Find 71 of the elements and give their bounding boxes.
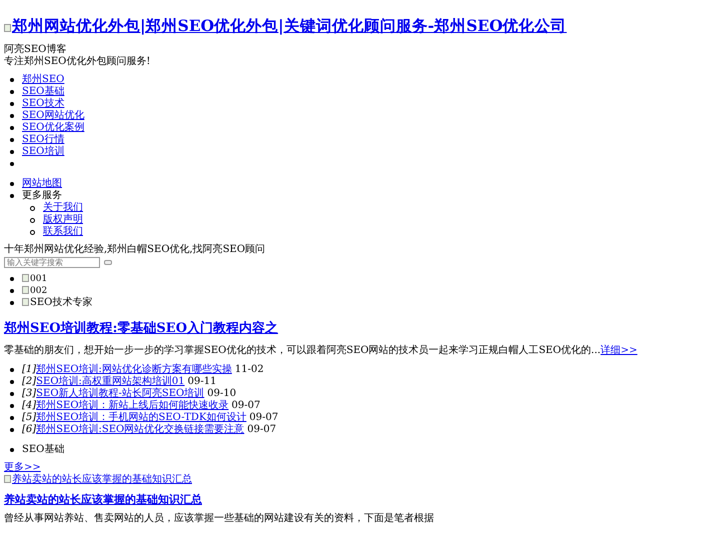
more-link[interactable]: 更多>>: [4, 462, 41, 473]
bullet-icon: [10, 114, 14, 118]
nav-link[interactable]: SEO技术: [22, 98, 64, 110]
bullet-icon: [10, 150, 14, 154]
article-index: [6]: [22, 424, 36, 436]
article-date: 09-07: [232, 400, 260, 412]
submenu-link[interactable]: 版权声明: [43, 214, 83, 226]
nav-link[interactable]: SEO行情: [22, 134, 64, 146]
article-image-link[interactable]: 养站卖站的站长应该掌握的基础知识汇总: [4, 474, 192, 485]
bullet-icon: [10, 301, 14, 305]
article-index: [3]: [22, 388, 36, 400]
bullet-icon: [10, 368, 14, 372]
article-link[interactable]: 郑州SEO培训:SEO网站优化交换链接需要注意: [36, 424, 244, 436]
image-alt-text: 001: [22, 273, 48, 285]
broken-image-icon: [4, 475, 11, 483]
article-index: [1]: [22, 364, 36, 376]
bullet-icon: [10, 182, 14, 186]
article-link[interactable]: 郑州SEO培训：手机网站的SEO-TDK如何设计: [36, 412, 246, 424]
bullet-icon: [10, 126, 14, 130]
article-link[interactable]: 郑州SEO培训:网站优化诊断方案有哪些实操: [36, 364, 232, 376]
tagline: 专注郑州SEO优化外包顾问服务!: [4, 56, 152, 68]
bullet-icon: [30, 218, 35, 222]
article-index: [2]: [22, 376, 36, 388]
article-link[interactable]: 郑州SEO培训：新站上线后如何能快速收录: [36, 400, 229, 412]
bullet-icon: [10, 138, 14, 142]
article-date: 09-11: [188, 376, 216, 388]
menu-label[interactable]: 更多服务: [22, 190, 62, 202]
article-title-link[interactable]: 养站卖站的站长应该掌握的基础知识汇总: [4, 493, 202, 506]
article-title-link[interactable]: 郑州SEO培训教程:零基础SEO入门教程内容之: [4, 321, 278, 336]
search-button[interactable]: [104, 260, 112, 264]
article-index: [5]: [22, 412, 36, 424]
section-title: SEO基础: [22, 444, 64, 456]
article-summary: 零基础的朋友们，想开始一步一步的学习掌握SEO优化的技术，可以跟着阿亮SEO网站的技术员一起来学习正规白帽人工SEO优化的...详细>>: [4, 345, 638, 357]
bullet-icon: [10, 289, 14, 293]
bullet-icon: [10, 277, 14, 281]
bullet-icon: [10, 380, 14, 384]
bullet-icon: [10, 404, 14, 408]
bullet-icon: [10, 416, 14, 420]
submenu-link[interactable]: 关于我们: [43, 202, 83, 214]
bullet-icon: [10, 194, 14, 198]
nav-link[interactable]: SEO培训: [22, 146, 64, 158]
bullet-icon: [10, 448, 14, 452]
search-field[interactable]: 输入关键字搜索: [4, 256, 100, 268]
nav-link[interactable]: SEO优化案例: [22, 122, 84, 134]
article-date: 09-07: [249, 412, 278, 424]
bullet-icon: [10, 90, 14, 94]
article-date: 09-07: [247, 424, 276, 436]
logo-link[interactable]: 郑州网站优化外包|郑州SEO优化外包|关键词优化顾问服务-郑州SEO优化公司: [4, 16, 567, 35]
bullet-icon: [10, 78, 14, 82]
site-name: 阿亮SEO博客: [4, 44, 68, 56]
article-summary: 曾经从事网站养站、售卖网站的人员，应该掌握一些基础的网站建设有关的资料，下面是笔者根据: [4, 513, 435, 525]
bullet-icon: [10, 102, 14, 106]
article-link[interactable]: SEO培训:高权重网站架构培训01: [36, 376, 185, 388]
article-link[interactable]: SEO新人培训教程-站长阿亮SEO培训: [36, 388, 204, 400]
bullet-icon: [30, 230, 35, 234]
nav-link[interactable]: SEO网站优化: [22, 110, 84, 122]
nav-link[interactable]: 网站地图: [22, 178, 62, 190]
article-date: 11-02: [234, 364, 264, 376]
bullet-icon: [10, 428, 14, 432]
nav-link[interactable]: SEO基础: [22, 86, 64, 98]
image-alt-text: SEO技术专家: [22, 297, 92, 309]
slogan: 十年郑州网站优化经验,郑州白帽SEO优化,找阿亮SEO顾问: [4, 244, 266, 256]
broken-image-icon: [4, 24, 11, 32]
article-index: [4]: [22, 400, 36, 412]
details-link[interactable]: 详细>>: [600, 345, 638, 356]
image-alt-text: 002: [22, 285, 48, 297]
bullet-icon: [30, 206, 35, 210]
bullet-icon: [10, 392, 14, 396]
nav-link[interactable]: 郑州SEO: [22, 74, 64, 86]
submenu-link[interactable]: 联系我们: [43, 226, 83, 238]
article-date: 09-10: [207, 388, 236, 400]
